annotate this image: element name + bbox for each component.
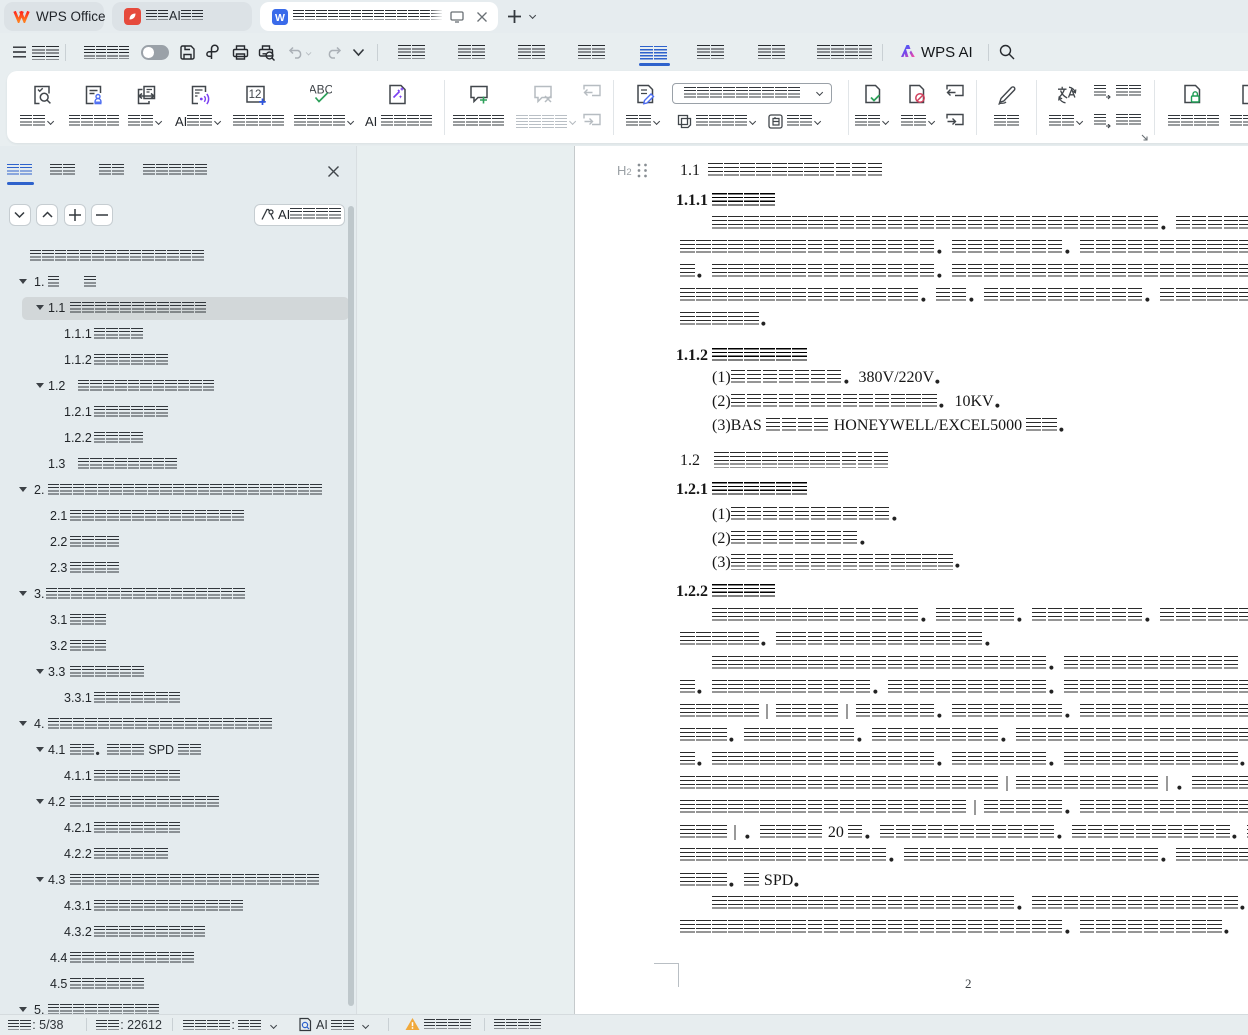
svg-text:W: W — [275, 12, 285, 24]
svg-text:ABC: ABC — [310, 84, 332, 97]
svg-text:12: 12 — [249, 89, 262, 101]
